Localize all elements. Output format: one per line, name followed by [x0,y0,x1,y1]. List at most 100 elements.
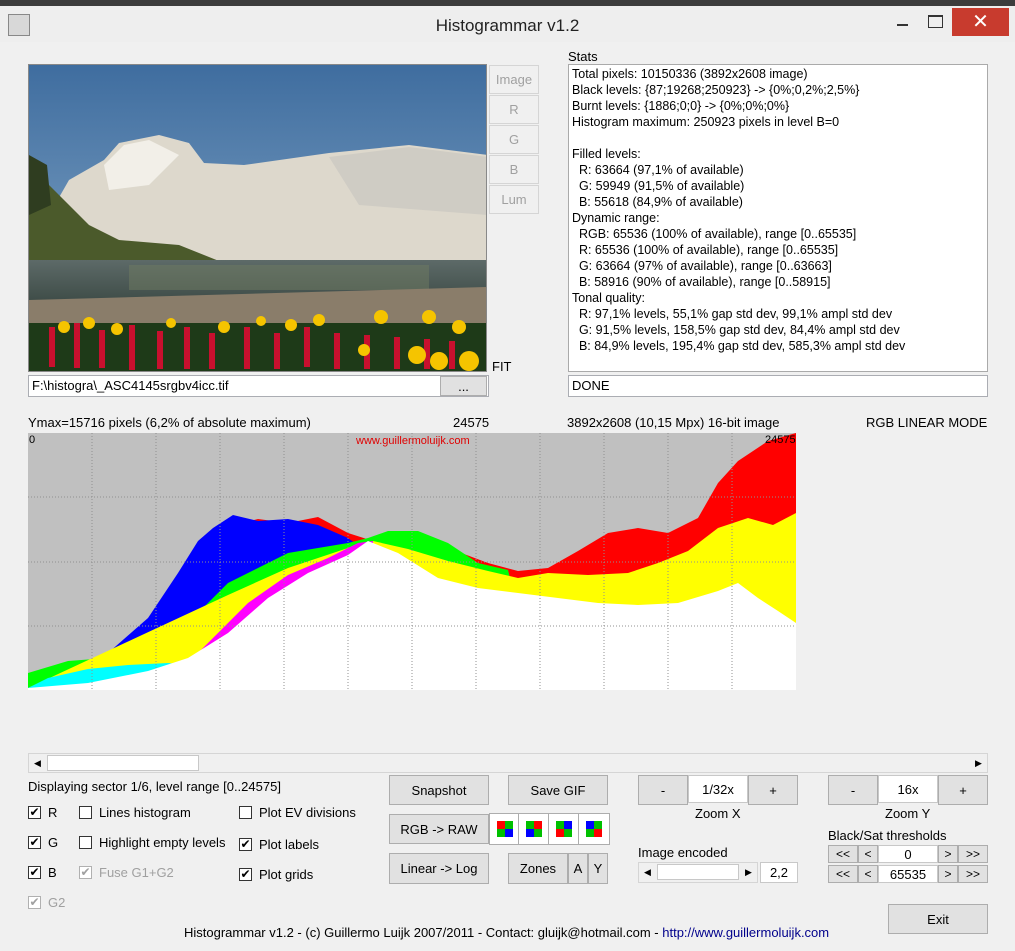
a-button[interactable]: A [568,853,588,884]
stats-line: G: 63664 (97% of available), range [0..6… [572,259,832,273]
g2-checkbox[interactable]: ✔ [28,896,41,909]
linear-log-button[interactable]: Linear -> Log [389,853,489,884]
snapshot-button[interactable]: Snapshot [389,775,489,805]
stats-line: Black levels: {87;19268;250923} -> {0%;0… [572,83,860,97]
histogram-left-level: 0 [29,434,36,446]
r-checkbox-label: R [48,805,58,820]
histogram-scrollbar[interactable]: ◀ ▶ [28,753,988,773]
gamma-slider[interactable]: ◀ ▶ [638,862,758,883]
landscape-photo [29,65,486,371]
fuse-g1g2-checkbox[interactable]: ✔ [79,866,92,879]
histogram-plot[interactable]: 0 24575 www.guillermoluijk.com [28,433,796,690]
zoom-x-value: 1/32x [688,775,748,803]
histogram-svg [28,433,796,690]
sat-next-button[interactable]: > [938,865,958,883]
plot-grids-label: Plot grids [259,867,314,882]
stats-line: B: 55618 (84,9% of available) [572,195,743,209]
sat-first-button[interactable]: << [828,865,858,883]
stats-line: Burnt levels: {1886;0;0} -> {0%;0%;0%} [572,99,790,113]
footer-credits: Histogrammar v1.2 - (c) Guillermo Luijk … [184,925,829,940]
sector-label: Displaying sector 1/6, level range [0..2… [28,779,281,794]
zoom-y-minus-button[interactable]: - [828,775,878,805]
stats-line: G: 91,5% levels, 158,5% gap std dev, 84,… [572,323,900,337]
bayer-pattern-3-icon[interactable] [548,813,580,845]
close-button[interactable]: ✕ [952,8,1009,36]
r-checkbox[interactable]: ✔ [28,806,41,819]
stats-title: Stats [568,49,598,64]
black-threshold-value: 0 [878,845,938,863]
ymax-label: Ymax=15716 pixels (6,2% of absolute maxi… [28,415,311,430]
stats-line: RGB: 65536 (100% of available), range [0… [572,227,857,241]
stats-line: B: 58916 (90% of available), range [0..5… [572,275,831,289]
zoom-x-minus-button[interactable]: - [638,775,688,805]
stats-line: Dynamic range: [572,211,660,225]
stats-panel[interactable]: Total pixels: 10150336 (3892x2608 image)… [568,64,988,372]
stats-text: Total pixels: 10150336 (3892x2608 image)… [569,65,987,355]
bayer-pattern-4-icon[interactable] [578,813,610,845]
zoom-y-plus-button[interactable]: + [938,775,988,805]
black-prev-button[interactable]: < [858,845,878,863]
mode-label: RGB LINEAR MODE [866,415,988,430]
sat-threshold-value: 65535 [878,865,938,883]
minimize-button[interactable] [888,8,918,36]
file-path-field[interactable]: F:\histogra\_ASC4145srgbv4icc.tif [28,375,489,397]
y-button[interactable]: Y [588,853,608,884]
rgb-raw-button[interactable]: RGB -> RAW [389,814,489,844]
b-checkbox-label: B [48,865,57,880]
zones-button[interactable]: Zones [508,853,568,884]
stats-line: R: 97,1% levels, 55,1% gap std dev, 99,1… [572,307,893,321]
view-lum-button[interactable]: Lum [489,185,539,214]
view-r-button[interactable]: R [489,95,539,124]
gamma-right-arrow[interactable]: ▶ [740,863,757,882]
stats-line: Filled levels: [572,147,641,161]
footer-link[interactable]: http://www.guillermoluijk.com [662,925,829,940]
plot-ev-divisions-label: Plot EV divisions [259,805,356,820]
level-label: 24575 [453,415,490,430]
exit-button[interactable]: Exit [888,904,988,934]
black-first-button[interactable]: << [828,845,858,863]
zoom-x-plus-button[interactable]: + [748,775,798,805]
stats-line: Histogram maximum: 250923 pixels in leve… [572,115,840,129]
maximize-button[interactable] [920,8,950,36]
stats-line: G: 59949 (91,5% of available) [572,179,745,193]
black-last-button[interactable]: >> [958,845,988,863]
black-next-button[interactable]: > [938,845,958,863]
scroll-right-arrow[interactable]: ▶ [970,754,987,772]
stats-line: Tonal quality: [572,291,645,305]
histogram-right-level: 24575 [765,434,796,446]
title-bar: Histogrammar v1.2 ✕ [0,0,1015,42]
bayer-pattern-1-icon[interactable] [489,813,521,845]
plot-ev-divisions-checkbox[interactable] [239,806,252,819]
bayer-pattern-2-icon[interactable] [518,813,550,845]
gamma-left-arrow[interactable]: ◀ [639,863,656,882]
save-gif-button[interactable]: Save GIF [508,775,608,805]
gamma-value: 2,2 [760,862,798,883]
plot-labels-checkbox[interactable]: ✔ [239,838,252,851]
g-checkbox[interactable]: ✔ [28,836,41,849]
zoom-y-value: 16x [878,775,938,803]
view-b-button[interactable]: B [489,155,539,184]
fuse-g1g2-label: Fuse G1+G2 [99,865,174,880]
stats-line [572,130,984,146]
scroll-left-arrow[interactable]: ◀ [29,754,46,772]
fit-label: FIT [492,359,512,374]
view-g-button[interactable]: G [489,125,539,154]
stats-line: B: 84,9% levels, 195,4% gap std dev, 585… [572,339,906,353]
zoom-x-label: Zoom X [695,806,741,821]
highlight-empty-levels-checkbox[interactable] [79,836,92,849]
g-checkbox-label: G [48,835,59,850]
watermark-label: www.guillermoluijk.com [356,435,470,447]
gamma-thumb[interactable] [657,864,739,880]
sat-last-button[interactable]: >> [958,865,988,883]
b-checkbox[interactable]: ✔ [28,866,41,879]
footer-text: Histogrammar v1.2 - (c) Guillermo Luijk … [184,925,663,940]
sat-prev-button[interactable]: < [858,865,878,883]
browse-button[interactable]: ... [440,376,487,396]
scroll-thumb[interactable] [47,755,199,771]
plot-grids-checkbox[interactable]: ✔ [239,868,252,881]
image-encoded-label: Image encoded [638,845,728,860]
view-image-button[interactable]: Image [489,65,539,94]
window-title: Histogrammar v1.2 [435,16,580,35]
highlight-empty-levels-label: Highlight empty levels [99,835,226,850]
lines-histogram-checkbox[interactable] [79,806,92,819]
